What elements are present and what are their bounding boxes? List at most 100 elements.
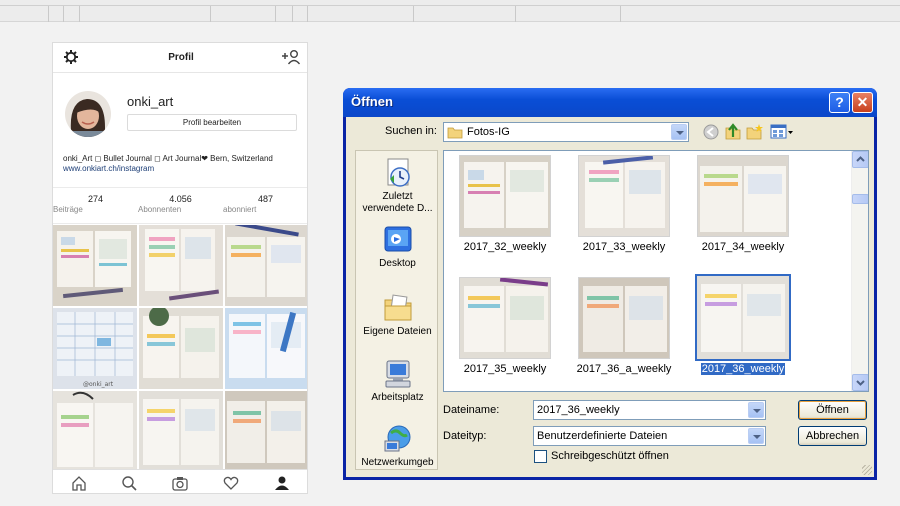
look-in-label: Suchen in: xyxy=(385,125,437,137)
grid-photo[interactable] xyxy=(53,225,137,306)
dialog-titlebar[interactable]: Öffnen ? ✕ xyxy=(343,88,877,117)
look-in-dropdown[interactable]: Fotos-IG xyxy=(443,122,689,142)
my-computer-icon xyxy=(382,358,414,390)
file-name: 2017_34_weekly xyxy=(701,241,785,253)
open-button[interactable]: Öffnen xyxy=(798,400,867,420)
readonly-label: Schreibgeschützt öffnen xyxy=(551,450,669,462)
camera-icon[interactable] xyxy=(172,475,188,491)
heart-icon[interactable] xyxy=(223,475,239,491)
cancel-button[interactable]: Abbrechen xyxy=(798,426,867,446)
resize-grip[interactable] xyxy=(862,465,872,475)
place-desktop-label: Desktop xyxy=(379,258,416,269)
place-my-computer[interactable]: Arbeitsplatz xyxy=(356,358,439,404)
back-icon[interactable] xyxy=(703,124,719,145)
chevron-down-icon[interactable] xyxy=(671,124,687,140)
file-item[interactable]: 2017_33_weekly xyxy=(569,155,679,273)
view-menu-icon[interactable] xyxy=(770,123,794,145)
place-desktop[interactable]: Desktop xyxy=(356,224,439,270)
stat-posts[interactable]: 274 Beiträge xyxy=(53,194,138,214)
folder-icon xyxy=(447,126,463,145)
filetype-value: Benutzerdefinierte Dateien xyxy=(537,430,668,442)
file-item[interactable]: 2017_32_weekly xyxy=(450,155,560,273)
avatar[interactable] xyxy=(65,91,111,137)
place-recent-label: Zuletzt verwendete D... xyxy=(362,191,433,214)
stat-posts-value: 274 xyxy=(87,194,104,204)
screen: Profil onki_art Profil bearbeiten onki_A… xyxy=(0,0,900,506)
chevron-down-icon[interactable] xyxy=(748,402,764,418)
edit-profile-button[interactable]: Profil bearbeiten xyxy=(127,114,297,131)
stat-followers[interactable]: 4.056 Abonnenten xyxy=(138,194,223,214)
grid-photo[interactable] xyxy=(139,308,223,389)
file-list: 2017_32_weekly 2017_33_weekly 2017_34_we… xyxy=(443,150,869,392)
stat-following-value: 487 xyxy=(257,194,274,204)
recent-documents-icon xyxy=(382,157,414,189)
file-name: 2017_32_weekly xyxy=(463,241,547,253)
place-network-label: Netzwerkumgeb xyxy=(361,457,434,468)
look-in-value: Fotos-IG xyxy=(467,126,510,138)
file-name: 2017_36_a_weekly xyxy=(576,363,672,375)
file-thumbnail xyxy=(578,155,670,237)
filetype-label: Dateityp: xyxy=(443,430,487,442)
profile-stats: 274 Beiträge 4.056 Abonnenten 487 abonni… xyxy=(53,187,307,224)
scroll-thumb[interactable] xyxy=(852,194,868,204)
top-toolbar-strip xyxy=(0,0,900,22)
grid-photo-caption: @onki_art xyxy=(83,381,114,388)
grid-photo[interactable] xyxy=(139,391,223,472)
dialog-body: Suchen in: Fotos-IG Zuletzt verwendete D… xyxy=(346,117,874,477)
file-item[interactable]: 2017_34_weekly xyxy=(688,155,798,273)
help-button[interactable]: ? xyxy=(829,92,850,113)
grid-photo[interactable] xyxy=(225,225,307,306)
file-name: 2017_35_weekly xyxy=(463,363,547,375)
grid-photo[interactable] xyxy=(53,391,137,472)
place-my-computer-label: Arbeitsplatz xyxy=(371,392,424,403)
new-folder-icon[interactable] xyxy=(746,123,764,145)
ig-page-title: Profil xyxy=(168,52,194,63)
file-list-scrollbar[interactable] xyxy=(851,151,868,391)
file-item[interactable]: 2017_36_a_weekly xyxy=(569,277,679,391)
grid-photo[interactable] xyxy=(139,225,223,306)
filetype-dropdown[interactable]: Benutzerdefinierte Dateien xyxy=(533,426,766,446)
chevron-down-icon[interactable] xyxy=(748,428,764,444)
ig-header: Profil xyxy=(53,43,307,73)
stat-posts-label: Beiträge xyxy=(53,205,83,214)
folder-up-icon[interactable] xyxy=(724,123,742,145)
search-icon[interactable] xyxy=(121,475,137,491)
stat-followers-value: 4.056 xyxy=(169,194,192,204)
home-icon[interactable] xyxy=(71,475,87,491)
dialog-title: Öffnen xyxy=(351,94,393,109)
bottom-nav xyxy=(53,469,307,493)
open-file-dialog: Öffnen ? ✕ Suchen in: Fotos-IG Zuletzt v… xyxy=(343,88,877,480)
profile-bio: onki_Art ◻ Bullet Journal ◻ Art Journal❤… xyxy=(63,154,273,163)
file-thumbnail xyxy=(697,155,789,237)
profile-icon[interactable] xyxy=(274,475,290,491)
my-documents-icon xyxy=(382,292,414,324)
scroll-down-button[interactable] xyxy=(852,374,868,391)
close-button[interactable]: ✕ xyxy=(852,92,873,113)
grid-photo[interactable]: @onki_art xyxy=(53,308,137,389)
place-recent[interactable]: Zuletzt verwendete D... xyxy=(356,157,439,215)
stat-following-label: abonniert xyxy=(223,205,257,214)
stat-followers-label: Abonnenten xyxy=(138,205,182,214)
filename-input[interactable]: 2017_36_weekly xyxy=(533,400,766,420)
profile-website-link[interactable]: www.onkiart.ch/instagram xyxy=(63,164,154,173)
file-thumbnail xyxy=(695,274,791,361)
file-name: 2017_36_weekly xyxy=(700,363,786,375)
filename-label: Dateiname: xyxy=(443,404,500,416)
file-thumbnail xyxy=(578,277,670,359)
instagram-profile-panel: Profil onki_art Profil bearbeiten onki_A… xyxy=(52,42,308,494)
place-network[interactable]: Netzwerkumgeb xyxy=(356,423,439,469)
readonly-checkbox[interactable] xyxy=(534,450,547,463)
place-my-documents[interactable]: Eigene Dateien xyxy=(356,292,439,338)
grid-photo[interactable] xyxy=(225,308,307,389)
file-name: 2017_33_weekly xyxy=(582,241,666,253)
scroll-up-button[interactable] xyxy=(852,151,868,168)
profile-username: onki_art xyxy=(127,94,174,109)
file-item-selected[interactable]: 2017_36_weekly xyxy=(688,274,798,391)
grid-photo[interactable] xyxy=(225,391,307,472)
stat-following[interactable]: 487 abonniert xyxy=(223,194,307,214)
add-user-icon[interactable] xyxy=(281,49,301,70)
file-item[interactable]: 2017_35_weekly xyxy=(450,277,560,391)
network-icon xyxy=(382,423,414,455)
filename-value: 2017_36_weekly xyxy=(537,404,620,416)
desktop-icon xyxy=(382,224,414,256)
